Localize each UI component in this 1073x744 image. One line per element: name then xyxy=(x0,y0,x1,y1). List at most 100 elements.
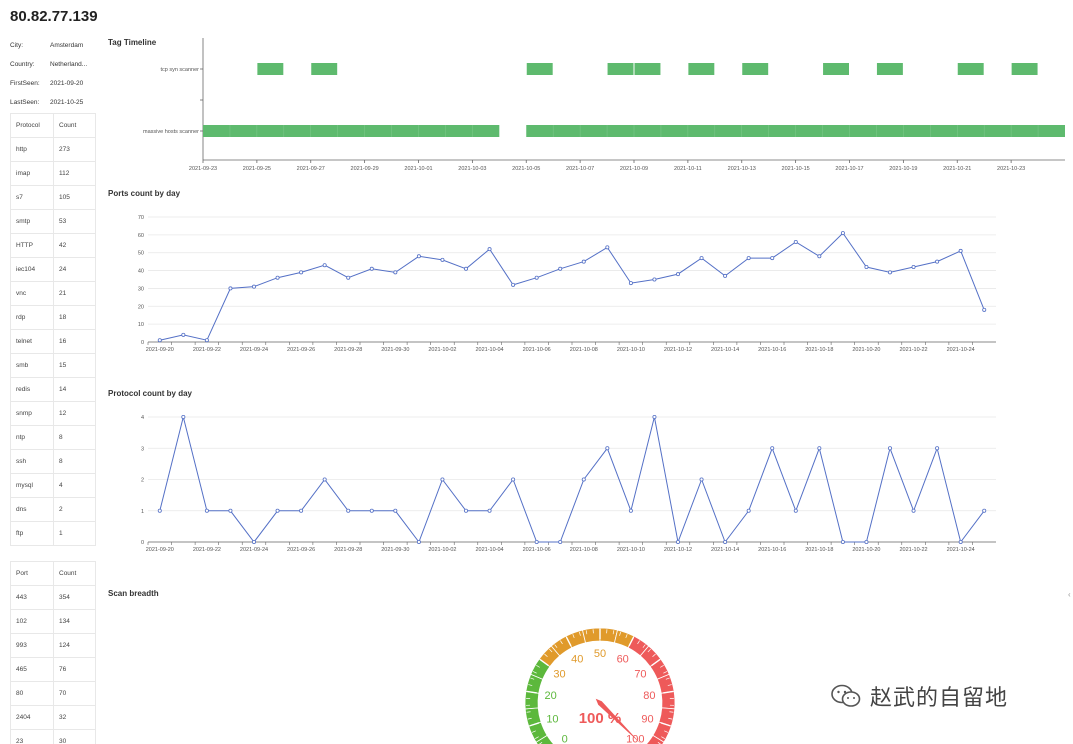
data-point xyxy=(157,508,162,513)
x-tick-label: 2021-10-12 xyxy=(664,547,692,553)
x-tick-label: 2021-10-02 xyxy=(428,547,456,553)
table-row: redis 14 xyxy=(10,377,96,402)
x-tick-label: 2021-10-02 xyxy=(428,347,456,353)
table-row: 80 70 xyxy=(10,681,96,706)
x-tick-label: 2021-10-08 xyxy=(570,547,598,553)
x-tick-label: 2021-09-26 xyxy=(287,547,315,553)
table-header: Port Count xyxy=(10,561,96,586)
x-tick-label: 2021-09-25 xyxy=(243,166,271,172)
gauge-tick-label: 70 xyxy=(634,669,646,681)
data-point xyxy=(746,508,751,513)
gauge-value-label: 100 % xyxy=(579,710,622,727)
data-point xyxy=(534,539,539,544)
data-point xyxy=(251,284,256,289)
table-cell: 124 xyxy=(53,633,96,658)
x-tick-label: 2021-09-29 xyxy=(351,166,379,172)
data-point xyxy=(204,338,209,343)
x-tick-label: 2021-09-28 xyxy=(334,347,362,353)
gauge-segment xyxy=(660,690,676,710)
x-tick-label: 2021-09-20 xyxy=(146,547,174,553)
data-point xyxy=(581,259,586,264)
y-tick-label: 70 xyxy=(138,215,144,221)
y-tick-label: 2 xyxy=(141,478,144,484)
table-cell: 443 xyxy=(10,585,54,610)
data-point xyxy=(581,477,586,482)
data-point xyxy=(511,477,516,482)
data-point xyxy=(204,508,209,513)
chevron-left-icon[interactable]: ‹ xyxy=(1068,590,1071,599)
table-cell: 70 xyxy=(53,681,96,706)
table-cell: redis xyxy=(10,377,54,402)
data-point xyxy=(299,508,304,513)
x-tick-label: 2021-10-22 xyxy=(899,547,927,553)
table-row: 993 124 xyxy=(10,633,96,658)
data-point xyxy=(935,446,940,451)
data-point xyxy=(888,446,893,451)
x-tick-label: 2021-10-21 xyxy=(943,166,971,172)
x-tick-label: 2021-10-04 xyxy=(475,547,503,553)
data-point xyxy=(935,259,940,264)
timeline-bar xyxy=(607,63,634,75)
y-tick-label: 50 xyxy=(138,251,144,257)
x-tick-label: 2021-10-24 xyxy=(947,347,975,353)
x-tick-label: 2021-09-22 xyxy=(193,347,221,353)
data-point xyxy=(628,281,633,286)
data-point xyxy=(181,414,186,419)
data-point xyxy=(369,266,374,271)
timeline-bar xyxy=(257,63,284,75)
x-tick-label: 2021-10-16 xyxy=(758,347,786,353)
data-point xyxy=(817,446,822,451)
gauge-tick-label: 20 xyxy=(544,690,556,702)
x-tick-label: 2021-10-11 xyxy=(674,166,702,172)
gauge-tick xyxy=(526,711,531,713)
data-point xyxy=(699,256,704,261)
gauge-tick-label: 10 xyxy=(546,713,558,725)
data-point xyxy=(228,508,233,513)
y-category-label: massive hosts scanner xyxy=(143,129,199,135)
x-tick-label: 2021-10-09 xyxy=(620,166,648,172)
y-tick-label: 0 xyxy=(141,340,144,346)
table-row: 443 354 xyxy=(10,585,96,610)
data-point xyxy=(463,508,468,513)
data-point xyxy=(723,273,728,278)
ports-chart-title: Ports count by day xyxy=(108,189,181,198)
gauge-tick xyxy=(669,711,674,713)
x-tick-label: 2021-10-18 xyxy=(805,347,833,353)
timeline-bar xyxy=(1011,63,1038,75)
x-tick-label: 2021-09-27 xyxy=(297,166,325,172)
x-tick-label: 2021-10-08 xyxy=(570,347,598,353)
data-point xyxy=(958,539,963,544)
x-tick-label: 2021-10-15 xyxy=(782,166,810,172)
data-point xyxy=(982,508,987,513)
table-cell: 134 xyxy=(53,609,96,634)
timeline-bar xyxy=(203,125,500,137)
x-tick-label: 2021-09-24 xyxy=(240,347,268,353)
x-tick-label: 2021-10-13 xyxy=(728,166,756,172)
x-tick-label: 2021-09-26 xyxy=(287,347,315,353)
x-tick-label: 2021-10-23 xyxy=(997,166,1025,172)
x-tick-label: 2021-10-03 xyxy=(458,166,486,172)
data-point xyxy=(840,231,845,236)
x-tick-label: 2021-10-24 xyxy=(947,547,975,553)
data-point xyxy=(393,270,398,275)
data-point xyxy=(746,256,751,261)
y-tick-label: 30 xyxy=(138,286,144,292)
x-tick-label: 2021-09-30 xyxy=(381,547,409,553)
table-row: 2404 32 xyxy=(10,705,96,730)
data-point xyxy=(699,477,704,482)
data-point xyxy=(416,254,421,259)
data-point xyxy=(463,266,468,271)
table-cell: 465 xyxy=(10,657,54,682)
data-point xyxy=(534,275,539,280)
x-tick-label: 2021-10-06 xyxy=(523,347,551,353)
table-row: 23 30 xyxy=(10,729,96,744)
data-point xyxy=(676,272,681,277)
x-tick-label: 2021-10-04 xyxy=(475,347,503,353)
data-point xyxy=(676,539,681,544)
table-cell: 32 xyxy=(53,705,96,730)
data-point xyxy=(275,275,280,280)
scan-breadth-gauge: 0102030405060708090100100 % xyxy=(524,627,676,744)
table-cell: 23 xyxy=(10,729,54,744)
gauge-tick-label: 90 xyxy=(641,713,653,725)
x-tick-label: 2021-10-16 xyxy=(758,547,786,553)
